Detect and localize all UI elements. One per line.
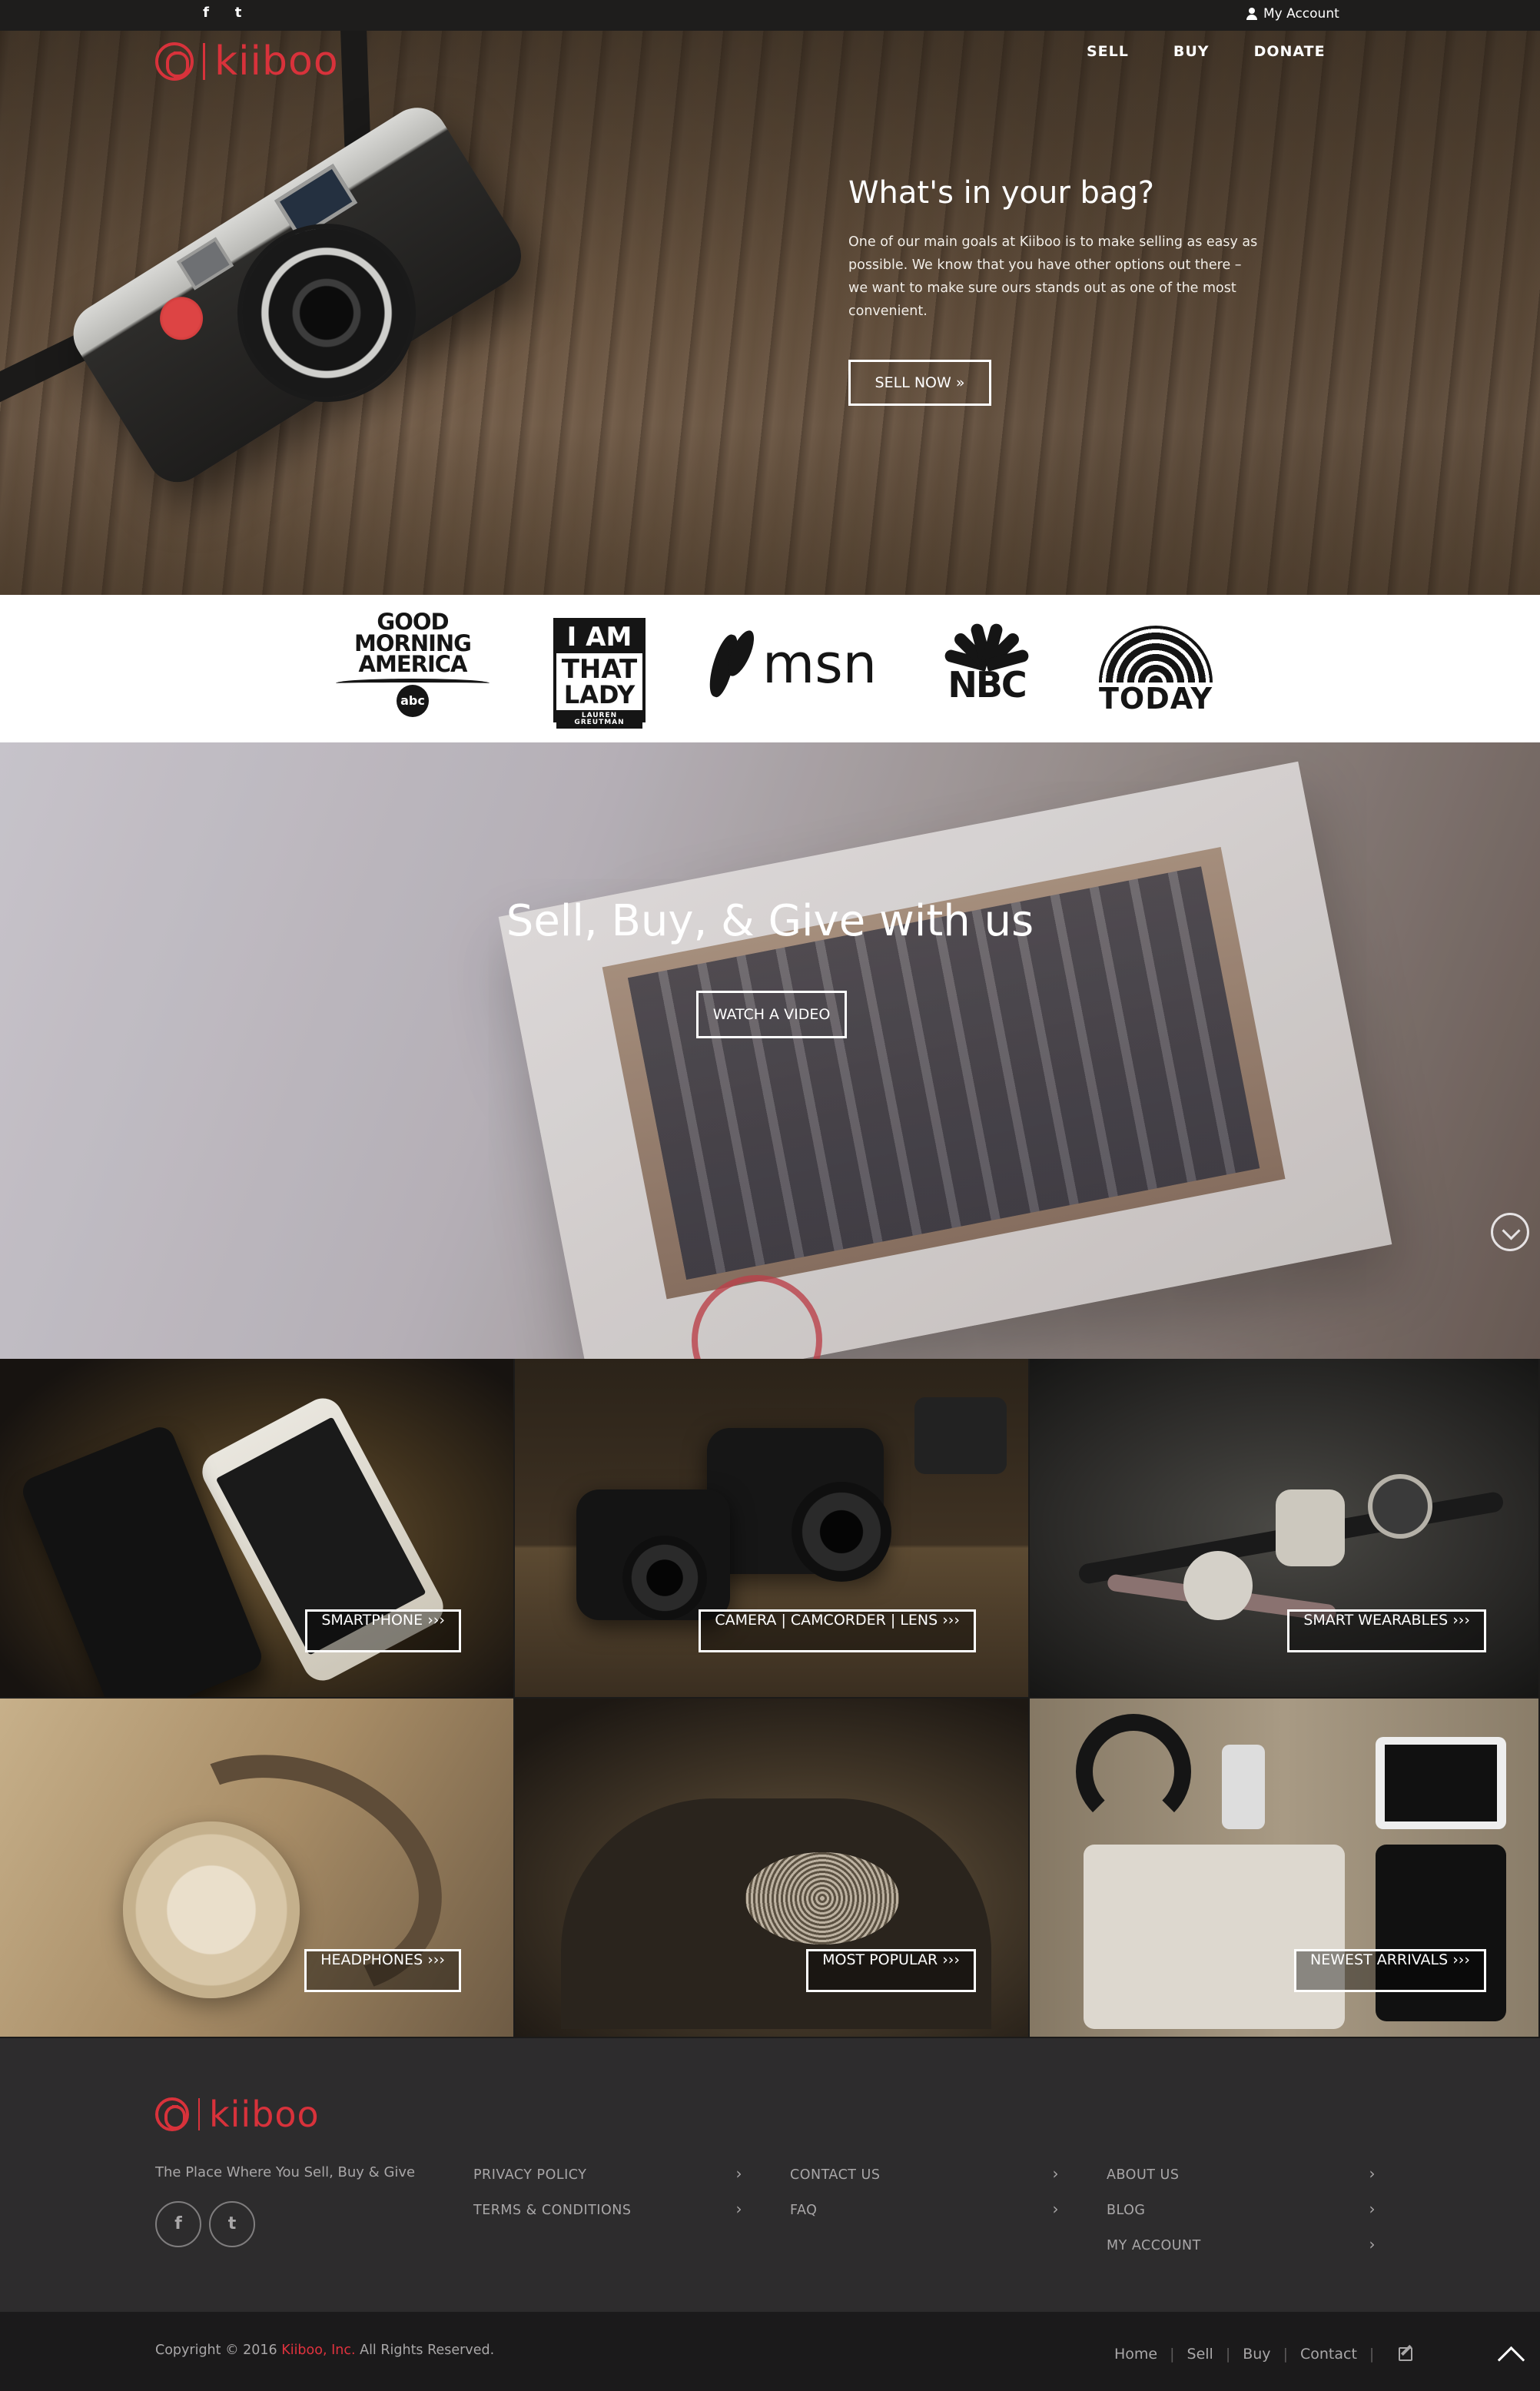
camera-camcorder-lens-button[interactable]: CAMERA | CAMCORDER | LENS ››› (699, 1609, 976, 1652)
footer-link-my-account[interactable]: MY ACCOUNT › (1107, 2235, 1376, 2273)
hero-camera-image (0, 31, 601, 544)
video-headline: Sell, Buy, & Give with us (506, 896, 1034, 946)
newest-arrivals-button[interactable]: NEWEST ARRIVALS ››› (1294, 1949, 1486, 1992)
sell-now-button[interactable]: SELL NOW » (848, 360, 991, 407)
smart-wearables-button[interactable]: SMART WEARABLES ››› (1287, 1609, 1486, 1652)
kiiboo-logo-icon (155, 2097, 189, 2131)
chevron-right-icon: › (1369, 2200, 1376, 2218)
twitter-icon[interactable]: t (231, 5, 246, 21)
category-tile-newest-arrivals[interactable]: NEWEST ARRIVALS ››› (1030, 1699, 1540, 2038)
my-account-label: My Account (1263, 6, 1339, 22)
watch-video-button[interactable]: WATCH A VIDEO (696, 991, 847, 1038)
hero-body: One of our main goals at Kiiboo is to ma… (848, 234, 1258, 320)
nav-item-donate[interactable]: DONATE (1254, 43, 1326, 60)
kiiboo-logo-icon (155, 42, 194, 81)
bottom-link-buy[interactable]: Buy (1243, 2346, 1270, 2363)
footer-social-links: f t (155, 2201, 255, 2247)
footer-logo-wordmark: kiiboo (209, 2094, 320, 2135)
logo-wordmark: kiiboo (214, 38, 339, 85)
hero-copy: What's in your bag? One of our main goal… (848, 175, 1263, 407)
bottom-links: Home | Sell | Buy | Contact | (1114, 2346, 1413, 2363)
good-morning-america-logo: GOOD MORNING AMERICA abc (334, 611, 492, 717)
footer-column-support: CONTACT US › FAQ › (790, 2164, 1059, 2238)
user-icon (1246, 8, 1257, 20)
i-am-that-lady-logo: I AM THAT LADY LAUREN GREUTMAN (553, 618, 646, 729)
bottom-link-sell[interactable]: Sell (1187, 2346, 1213, 2363)
chevron-right-icon: › (1369, 2164, 1376, 2183)
footer-column-company: ABOUT US › BLOG › MY ACCOUNT › (1107, 2164, 1376, 2273)
bottom-bar: Copyright © 2016 Kiiboo, Inc. All Rights… (0, 2312, 1540, 2391)
copyright-brand-link[interactable]: Kiiboo, Inc. (281, 2343, 355, 2358)
copyright: Copyright © 2016 Kiiboo, Inc. All Rights… (155, 2343, 495, 2358)
top-bar: f t My Account (0, 0, 1540, 31)
nav-item-sell[interactable]: SELL (1087, 43, 1129, 60)
chevron-right-icon: › (1052, 2164, 1059, 2183)
video-section: Sell, Buy, & Give with us WATCH A VIDEO (0, 742, 1540, 1359)
nav-item-buy[interactable]: BUY (1173, 43, 1210, 60)
nbc-peacock-icon (942, 621, 1031, 672)
chevron-right-icon: › (735, 2164, 742, 2183)
category-tile-camera[interactable]: CAMERA | CAMCORDER | LENS ››› (515, 1359, 1030, 1699)
category-tile-smart-wearables[interactable]: SMART WEARABLES ››› (1030, 1359, 1540, 1699)
nbc-logo: NBC (942, 621, 1031, 702)
scroll-down-icon[interactable] (1491, 1213, 1529, 1251)
chevron-right-icon: › (1369, 2235, 1376, 2253)
category-tile-most-popular[interactable]: MOST POPULAR ››› (515, 1699, 1030, 2038)
footer-logo[interactable]: kiiboo (155, 2097, 320, 2132)
footer-facebook-icon[interactable]: f (155, 2201, 201, 2247)
hero-section: kiiboo SELL BUY DONATE What's in your ba… (0, 31, 1540, 595)
top-social-links: f t (198, 5, 246, 21)
category-grid: SMARTPHONE ››› CAMERA | CAMCORDER | LENS… (0, 1359, 1540, 2038)
chevron-right-icon: › (735, 2200, 742, 2218)
bottom-link-home[interactable]: Home (1114, 2346, 1157, 2363)
footer-link-contact-us[interactable]: CONTACT US › (790, 2164, 1059, 2203)
footer-twitter-icon[interactable]: t (209, 2201, 255, 2247)
headphones-button[interactable]: HEADPHONES ››› (304, 1949, 461, 1992)
chevron-right-icon: › (1052, 2200, 1059, 2218)
category-tile-smartphone[interactable]: SMARTPHONE ››› (0, 1359, 515, 1699)
my-account-link[interactable]: My Account (1246, 6, 1339, 22)
footer-link-terms[interactable]: TERMS & CONDITIONS › (473, 2200, 742, 2238)
press-logos: GOOD MORNING AMERICA abc I AM THAT LADY … (0, 595, 1540, 742)
facebook-icon[interactable]: f (198, 5, 214, 21)
main-nav: SELL BUY DONATE (1087, 43, 1326, 60)
bottom-link-contact[interactable]: Contact (1300, 2346, 1357, 2363)
msn-butterfly-icon (709, 629, 756, 699)
category-tile-headphones[interactable]: HEADPHONES ››› (0, 1699, 515, 2038)
back-to-top-icon[interactable] (1499, 2343, 1522, 2366)
footer: kiiboo The Place Where You Sell, Buy & G… (0, 2038, 1540, 2312)
smartphone-button[interactable]: SMARTPHONE ››› (305, 1609, 461, 1652)
msn-logo: msn (709, 629, 877, 699)
footer-column-legal: PRIVACY POLICY › TERMS & CONDITIONS › (473, 2164, 742, 2238)
today-logo: TODAY (1099, 626, 1213, 713)
most-popular-button[interactable]: MOST POPULAR ››› (806, 1949, 976, 1992)
footer-link-faq[interactable]: FAQ › (790, 2200, 1059, 2238)
footer-tagline: The Place Where You Sell, Buy & Give (155, 2164, 416, 2180)
site-logo[interactable]: kiiboo (155, 42, 339, 81)
edit-icon[interactable] (1399, 2347, 1413, 2361)
footer-link-privacy-policy[interactable]: PRIVACY POLICY › (473, 2164, 742, 2203)
footer-link-blog[interactable]: BLOG › (1107, 2200, 1376, 2238)
footer-link-about-us[interactable]: ABOUT US › (1107, 2164, 1376, 2203)
today-rainbow-icon (1099, 626, 1213, 682)
hero-title: What's in your bag? (848, 175, 1155, 211)
